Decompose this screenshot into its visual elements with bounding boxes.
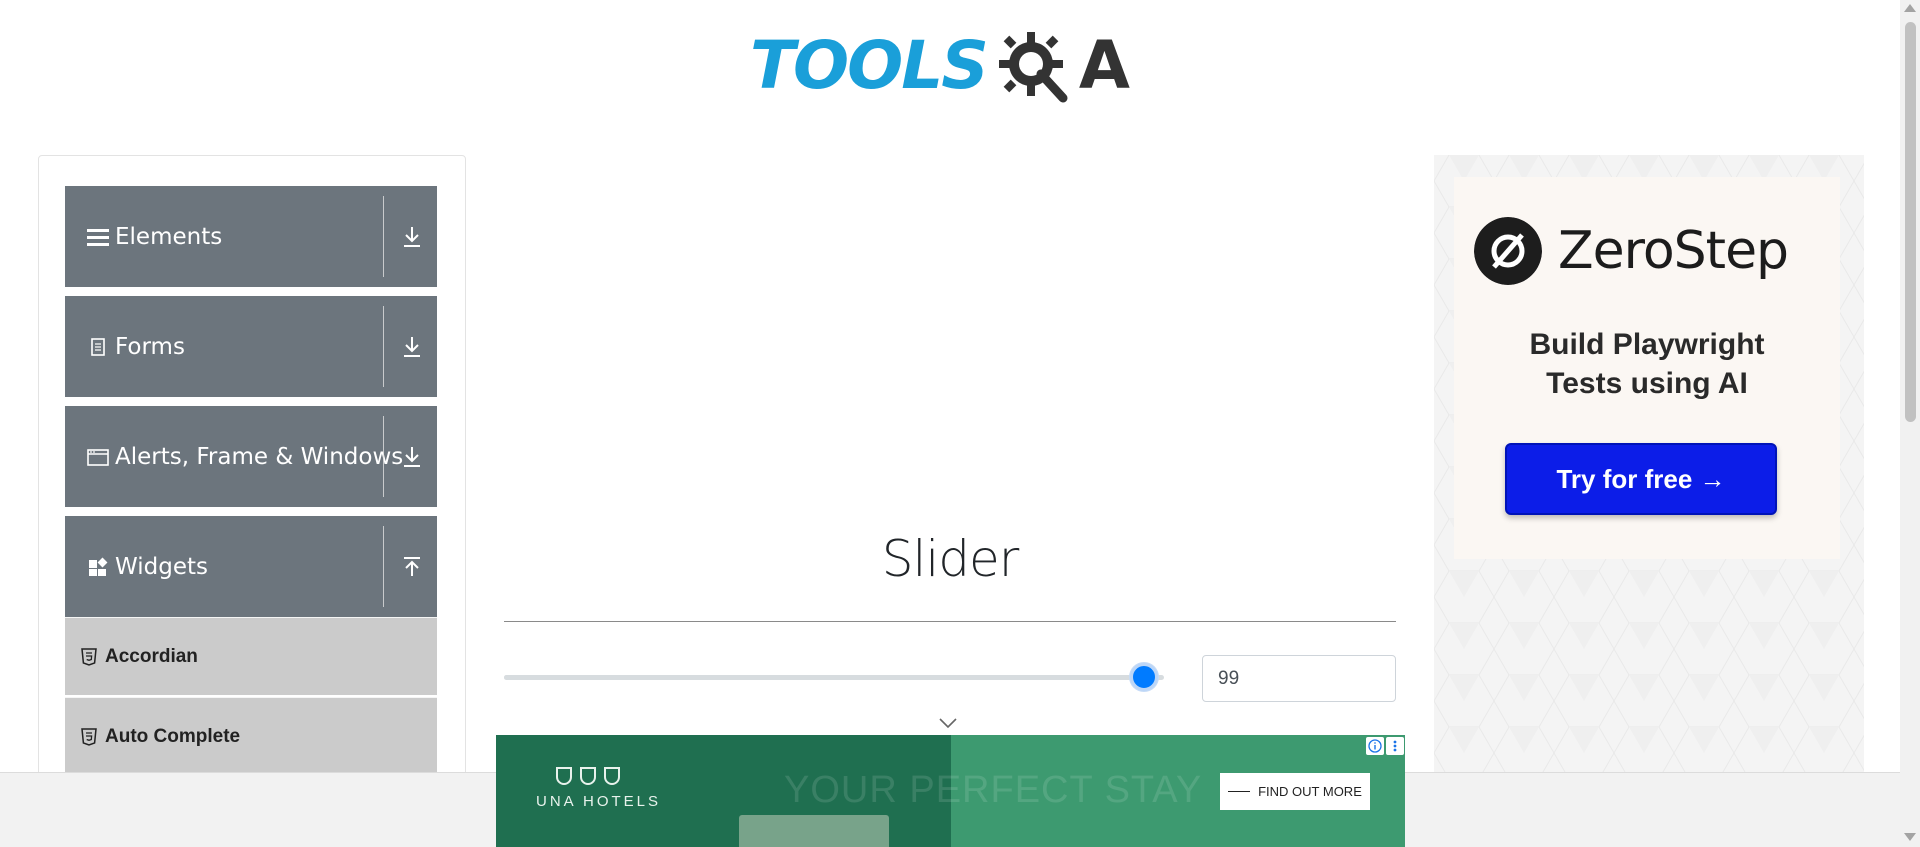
sidebar-group-label: Forms — [115, 333, 185, 360]
logo-qa-text: A — [1078, 27, 1130, 104]
sidebar-group-label: Elements — [115, 223, 223, 250]
scroll-down-arrow-icon[interactable] — [1904, 833, 1916, 841]
chevron-down-icon[interactable] — [937, 716, 959, 730]
gear-magnifier-icon — [998, 32, 1068, 103]
ad-brand: ZeroStep — [1474, 217, 1789, 285]
bottom-advertisement[interactable]: UNA HOTELS YOUR PERFECT STAY FIND OUT MO… — [496, 735, 1405, 847]
sidebar-item-label: Auto Complete — [105, 726, 241, 747]
sidebar-group-label: Alerts, Frame & Windows — [115, 443, 404, 470]
group-divider — [383, 306, 384, 387]
sidebar-group-forms[interactable]: Forms — [65, 296, 437, 397]
upload-arrow-icon[interactable] — [399, 554, 425, 580]
right-advertisement[interactable]: ZeroStep Build Playwright Tests using AI… — [1434, 155, 1864, 847]
ad-headline-line-2: Tests using AI — [1546, 367, 1748, 400]
page-title: Slider — [881, 530, 1020, 588]
html5-icon — [81, 728, 97, 746]
sidebar-group-elements[interactable]: Elements — [65, 186, 437, 287]
ad-hotels-brand: UNA HOTELS — [536, 793, 662, 810]
sidebar-group-label: Widgets — [115, 553, 208, 580]
logo-tools-text: TOOLS — [750, 27, 989, 104]
html5-icon — [81, 648, 97, 666]
sidebar-group-elements-label-wrap: Elements — [87, 186, 222, 287]
sidebar-group-widgets-label-wrap: Widgets — [87, 516, 208, 617]
sidebar-item-auto-complete-label-wrap: Auto Complete — [81, 698, 240, 776]
title-divider — [504, 621, 1396, 622]
document-icon — [91, 337, 105, 356]
sidebar-item-label: Accordian — [105, 646, 198, 667]
download-arrow-icon[interactable] — [399, 224, 425, 250]
ad-headline-line-1: Build Playwright — [1529, 328, 1765, 361]
ad-headline: Build Playwright Tests using AI — [1454, 325, 1840, 403]
ad-brand-name: ZeroStep — [1558, 221, 1789, 281]
sidebar-menu: Elements Forms Alerts, Frame & Windows W… — [38, 155, 466, 847]
download-arrow-icon[interactable] — [399, 334, 425, 360]
try-for-free-button[interactable]: Try for free → — [1505, 443, 1777, 515]
slider-value-field[interactable]: 99 — [1202, 655, 1396, 702]
group-divider — [383, 416, 384, 497]
range-slider[interactable] — [504, 663, 1164, 691]
ad-card: ZeroStep Build Playwright Tests using AI… — [1454, 177, 1840, 559]
widgets-icon — [89, 557, 108, 576]
scrollbar-thumb[interactable] — [1905, 22, 1916, 422]
sidebar-item-accordian-label-wrap: Accordian — [81, 618, 198, 696]
sidebar-group-forms-label-wrap: Forms — [87, 296, 185, 397]
sidebar-group-alerts-label-wrap: Alerts, Frame & Windows — [87, 406, 403, 507]
sidebar-group-widgets[interactable]: Widgets — [65, 516, 437, 617]
ad-info-icon[interactable] — [1366, 737, 1384, 755]
window-icon — [87, 448, 109, 466]
sidebar-group-alerts[interactable]: Alerts, Frame & Windows — [65, 406, 437, 507]
slider-thumb[interactable] — [1129, 663, 1158, 691]
group-divider — [383, 526, 384, 607]
sidebar-item-auto-complete[interactable]: Auto Complete — [65, 697, 437, 775]
kebab-menu-icon — [1393, 740, 1397, 752]
zerostep-logo-icon — [1474, 217, 1542, 285]
ad-photo — [739, 815, 889, 847]
find-out-more-button[interactable]: FIND OUT MORE — [1220, 773, 1370, 810]
info-icon — [1368, 739, 1382, 753]
group-divider — [383, 196, 384, 277]
download-arrow-icon[interactable] — [399, 444, 425, 470]
page: TOOLS A Elements Forms Alerts, Frame & W… — [0, 0, 1920, 847]
hamburger-icon — [87, 228, 109, 246]
toolsqa-logo[interactable]: TOOLS A — [750, 18, 1130, 114]
una-logo-icon — [556, 767, 620, 785]
sidebar-item-accordian[interactable]: Accordian — [65, 617, 437, 695]
ad-more-options-icon[interactable] — [1386, 737, 1404, 755]
slider-fill — [504, 675, 1144, 680]
ad-tagline: YOUR PERFECT STAY — [784, 769, 1203, 811]
scroll-up-arrow-icon[interactable] — [1904, 4, 1916, 12]
